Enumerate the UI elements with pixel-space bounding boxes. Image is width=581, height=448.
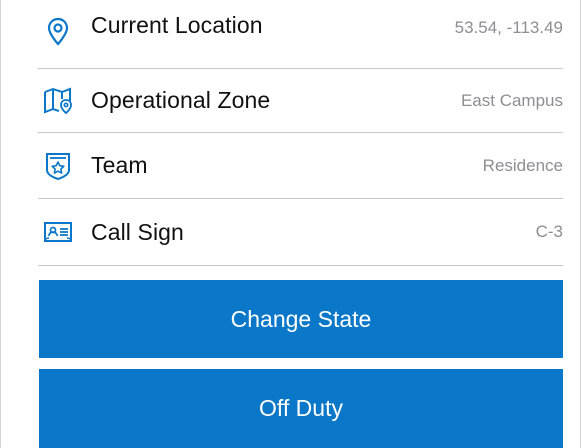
current-location-value: 53.54, -113.49 (454, 18, 563, 37)
info-list: Current Location 53.54, -113.49 Operatio… (38, 0, 563, 266)
call-sign-row[interactable]: Call Sign C-3 (38, 199, 563, 266)
team-label: Team (91, 152, 148, 178)
map-zone-icon (38, 81, 78, 121)
call-sign-label: Call Sign (91, 218, 184, 245)
current-location-row[interactable]: Current Location 53.54, -113.49 (38, 0, 563, 69)
screen: Current Location 53.54, -113.49 Operatio… (0, 0, 581, 448)
change-state-button[interactable]: Change State (39, 280, 563, 358)
left-border (0, 0, 1, 448)
operational-zone-row[interactable]: Operational Zone East Campus (38, 69, 563, 133)
call-sign-value: C-3 (535, 222, 563, 241)
operational-zone-value: East Campus (460, 90, 563, 110)
location-pin-icon (38, 12, 78, 52)
team-value: Residence (482, 155, 563, 175)
team-shield-icon (38, 146, 78, 186)
team-row[interactable]: Team Residence (38, 133, 563, 199)
off-duty-button[interactable]: Off Duty (39, 369, 563, 448)
id-card-icon (38, 212, 78, 252)
operational-zone-label: Operational Zone (91, 87, 271, 113)
current-location-label: Current Location (91, 12, 263, 38)
